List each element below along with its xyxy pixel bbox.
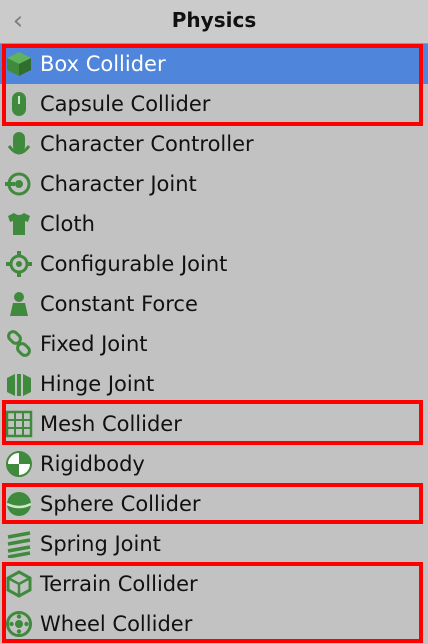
menu-item-fixed-joint[interactable]: Fixed Joint bbox=[0, 324, 428, 364]
menu-item-mesh-collider[interactable]: Mesh Collider bbox=[0, 404, 428, 444]
menu-item-capsule-collider[interactable]: Capsule Collider bbox=[0, 84, 428, 124]
menu-item-wheel-collider[interactable]: Wheel Collider bbox=[0, 604, 428, 644]
menu-header: ‹ Physics bbox=[0, 0, 428, 44]
menu-item-terrain-collider[interactable]: Terrain Collider bbox=[0, 564, 428, 604]
box-collider-icon bbox=[5, 50, 33, 78]
wheel-collider-icon bbox=[5, 610, 33, 638]
page-title: Physics bbox=[171, 8, 257, 32]
character-controller-icon bbox=[5, 130, 33, 158]
menu-item-character-controller[interactable]: Character Controller bbox=[0, 124, 428, 164]
menu-item-label: Capsule Collider bbox=[40, 92, 211, 116]
menu-item-label: Rigidbody bbox=[40, 452, 145, 476]
menu-item-label: Configurable Joint bbox=[40, 252, 228, 276]
menu-item-label: Character Controller bbox=[40, 132, 254, 156]
menu-item-cloth[interactable]: Cloth bbox=[0, 204, 428, 244]
menu-item-sphere-collider[interactable]: Sphere Collider bbox=[0, 484, 428, 524]
menu-item-label: Spring Joint bbox=[40, 532, 161, 556]
fixed-joint-icon bbox=[5, 330, 33, 358]
cloth-icon bbox=[5, 210, 33, 238]
spring-joint-icon bbox=[5, 530, 33, 559]
mesh-collider-icon bbox=[5, 410, 33, 438]
menu-item-label: Character Joint bbox=[40, 172, 197, 196]
hinge-joint-icon bbox=[5, 370, 33, 398]
menu-item-label: Sphere Collider bbox=[40, 492, 201, 516]
menu-item-label: Hinge Joint bbox=[40, 372, 155, 396]
terrain-collider-icon bbox=[5, 570, 33, 598]
menu-item-constant-force[interactable]: Constant Force bbox=[0, 284, 428, 324]
menu-item-label: Mesh Collider bbox=[40, 412, 182, 436]
constant-force-icon bbox=[5, 290, 33, 318]
menu-item-rigidbody[interactable]: Rigidbody bbox=[0, 444, 428, 484]
capsule-collider-icon bbox=[5, 90, 33, 118]
menu-item-label: Cloth bbox=[40, 212, 95, 236]
menu-item-character-joint[interactable]: Character Joint bbox=[0, 164, 428, 204]
menu-item-configurable-joint[interactable]: Configurable Joint bbox=[0, 244, 428, 284]
character-joint-icon bbox=[5, 170, 33, 198]
rigidbody-icon bbox=[5, 450, 33, 478]
menu-item-spring-joint[interactable]: Spring Joint bbox=[0, 524, 428, 564]
menu-item-label: Terrain Collider bbox=[40, 572, 198, 596]
menu-item-label: Constant Force bbox=[40, 292, 198, 316]
configurable-joint-icon bbox=[5, 250, 33, 278]
menu-item-label: Fixed Joint bbox=[40, 332, 148, 356]
menu-item-hinge-joint[interactable]: Hinge Joint bbox=[0, 364, 428, 404]
menu-item-label: Box Collider bbox=[40, 52, 166, 76]
menu-item-box-collider[interactable]: Box Collider bbox=[0, 44, 428, 84]
sphere-collider-icon bbox=[5, 490, 33, 518]
menu-item-label: Wheel Collider bbox=[40, 612, 193, 636]
